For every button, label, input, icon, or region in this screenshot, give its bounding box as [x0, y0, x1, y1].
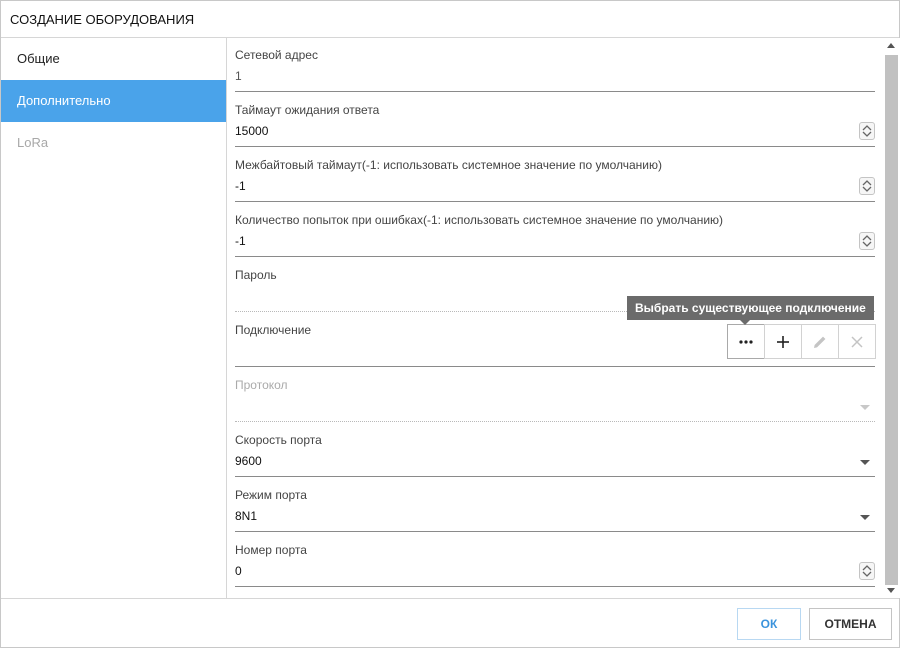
response-timeout-value: 15000	[235, 124, 269, 138]
sidebar-item-advanced[interactable]: Дополнительно	[1, 80, 226, 122]
form-scrollbar[interactable]	[883, 38, 900, 598]
port-number-field: Номер порта 0	[235, 542, 875, 587]
stepper-arrows-icon	[862, 180, 872, 192]
select-existing-connection-button[interactable]	[727, 324, 765, 359]
retry-count-label: Количество попыток при ошибках(-1: испол…	[235, 213, 724, 227]
port-speed-value: 9600	[235, 454, 262, 468]
interbyte-timeout-stepper[interactable]	[859, 177, 875, 195]
response-timeout-stepper[interactable]	[859, 122, 875, 140]
scrollbar-thumb[interactable]	[885, 55, 898, 585]
edit-connection-button	[801, 324, 839, 359]
retry-count-field: Количество попыток при ошибках(-1: испол…	[235, 212, 875, 257]
pencil-icon	[814, 336, 826, 348]
network-address-input[interactable]: 1	[235, 63, 875, 92]
sidebar-item-lora: LoRa	[17, 135, 49, 150]
chevron-down-icon	[860, 515, 870, 520]
port-speed-label: Скорость порта	[235, 433, 322, 447]
interbyte-timeout-input[interactable]: -1	[235, 173, 875, 202]
port-speed-field: Скорость порта 9600	[235, 432, 875, 477]
response-timeout-label: Таймаут ожидания ответа	[235, 103, 380, 117]
tooltip-arrow	[740, 320, 750, 325]
port-number-value: 0	[235, 564, 242, 578]
clear-connection-button	[838, 324, 876, 359]
protocol-label: Протокол	[235, 378, 288, 392]
create-equipment-dialog: СОЗДАНИЕ ОБОРУДОВАНИЯ Общие Дополнительн…	[0, 0, 900, 648]
port-mode-label: Режим порта	[235, 488, 307, 502]
port-speed-select[interactable]: 9600	[235, 448, 875, 477]
interbyte-timeout-field: Межбайтовый таймаут(-1: использовать сис…	[235, 157, 875, 202]
port-number-input[interactable]: 0	[235, 558, 875, 587]
connection-input[interactable]	[235, 324, 876, 367]
password-label: Пароль	[235, 268, 277, 282]
interbyte-timeout-label: Межбайтовый таймаут(-1: использовать сис…	[235, 158, 662, 172]
port-mode-value: 8N1	[235, 509, 258, 523]
sidebar: Общие Дополнительно LoRa	[1, 38, 227, 598]
chevron-down-icon	[860, 405, 870, 410]
dialog-title: СОЗДАНИЕ ОБОРУДОВАНИЯ	[1, 1, 899, 38]
select-existing-connection-tooltip: Выбрать существующее подключение	[627, 296, 874, 320]
port-mode-select[interactable]: 8N1	[235, 503, 875, 532]
retry-count-stepper[interactable]	[859, 232, 875, 250]
port-number-label: Номер порта	[235, 543, 307, 557]
interbyte-timeout-value: -1	[235, 179, 246, 193]
retry-count-input[interactable]: -1	[235, 228, 875, 257]
scroll-down-arrow-icon[interactable]	[887, 588, 895, 593]
more-dots-icon	[739, 339, 753, 344]
stepper-arrows-icon	[862, 125, 872, 137]
stepper-arrows-icon	[862, 565, 872, 577]
retry-count-value: -1	[235, 234, 246, 248]
scroll-up-arrow-icon[interactable]	[887, 43, 895, 48]
plus-icon	[777, 335, 789, 348]
protocol-field: Протокол	[235, 377, 875, 422]
dialog-footer: ОК ОТМЕНА	[1, 598, 899, 648]
ok-button[interactable]: ОК	[737, 608, 801, 640]
stepper-arrows-icon	[862, 235, 872, 247]
protocol-select	[235, 393, 875, 422]
cancel-button[interactable]: ОТМЕНА	[809, 608, 892, 640]
connection-button-group	[727, 324, 876, 359]
add-connection-button[interactable]	[764, 324, 802, 359]
port-mode-field: Режим порта 8N1	[235, 487, 875, 532]
response-timeout-input[interactable]: 15000	[235, 118, 875, 147]
close-icon	[851, 335, 863, 348]
response-timeout-field: Таймаут ожидания ответа 15000	[235, 102, 875, 147]
network-address-field: Сетевой адрес 1	[235, 47, 875, 92]
port-number-stepper[interactable]	[859, 562, 875, 580]
network-address-label: Сетевой адрес	[235, 48, 318, 62]
chevron-down-icon	[860, 460, 870, 465]
connection-field: Подключение	[235, 322, 876, 367]
sidebar-item-general[interactable]: Общие	[1, 38, 226, 80]
